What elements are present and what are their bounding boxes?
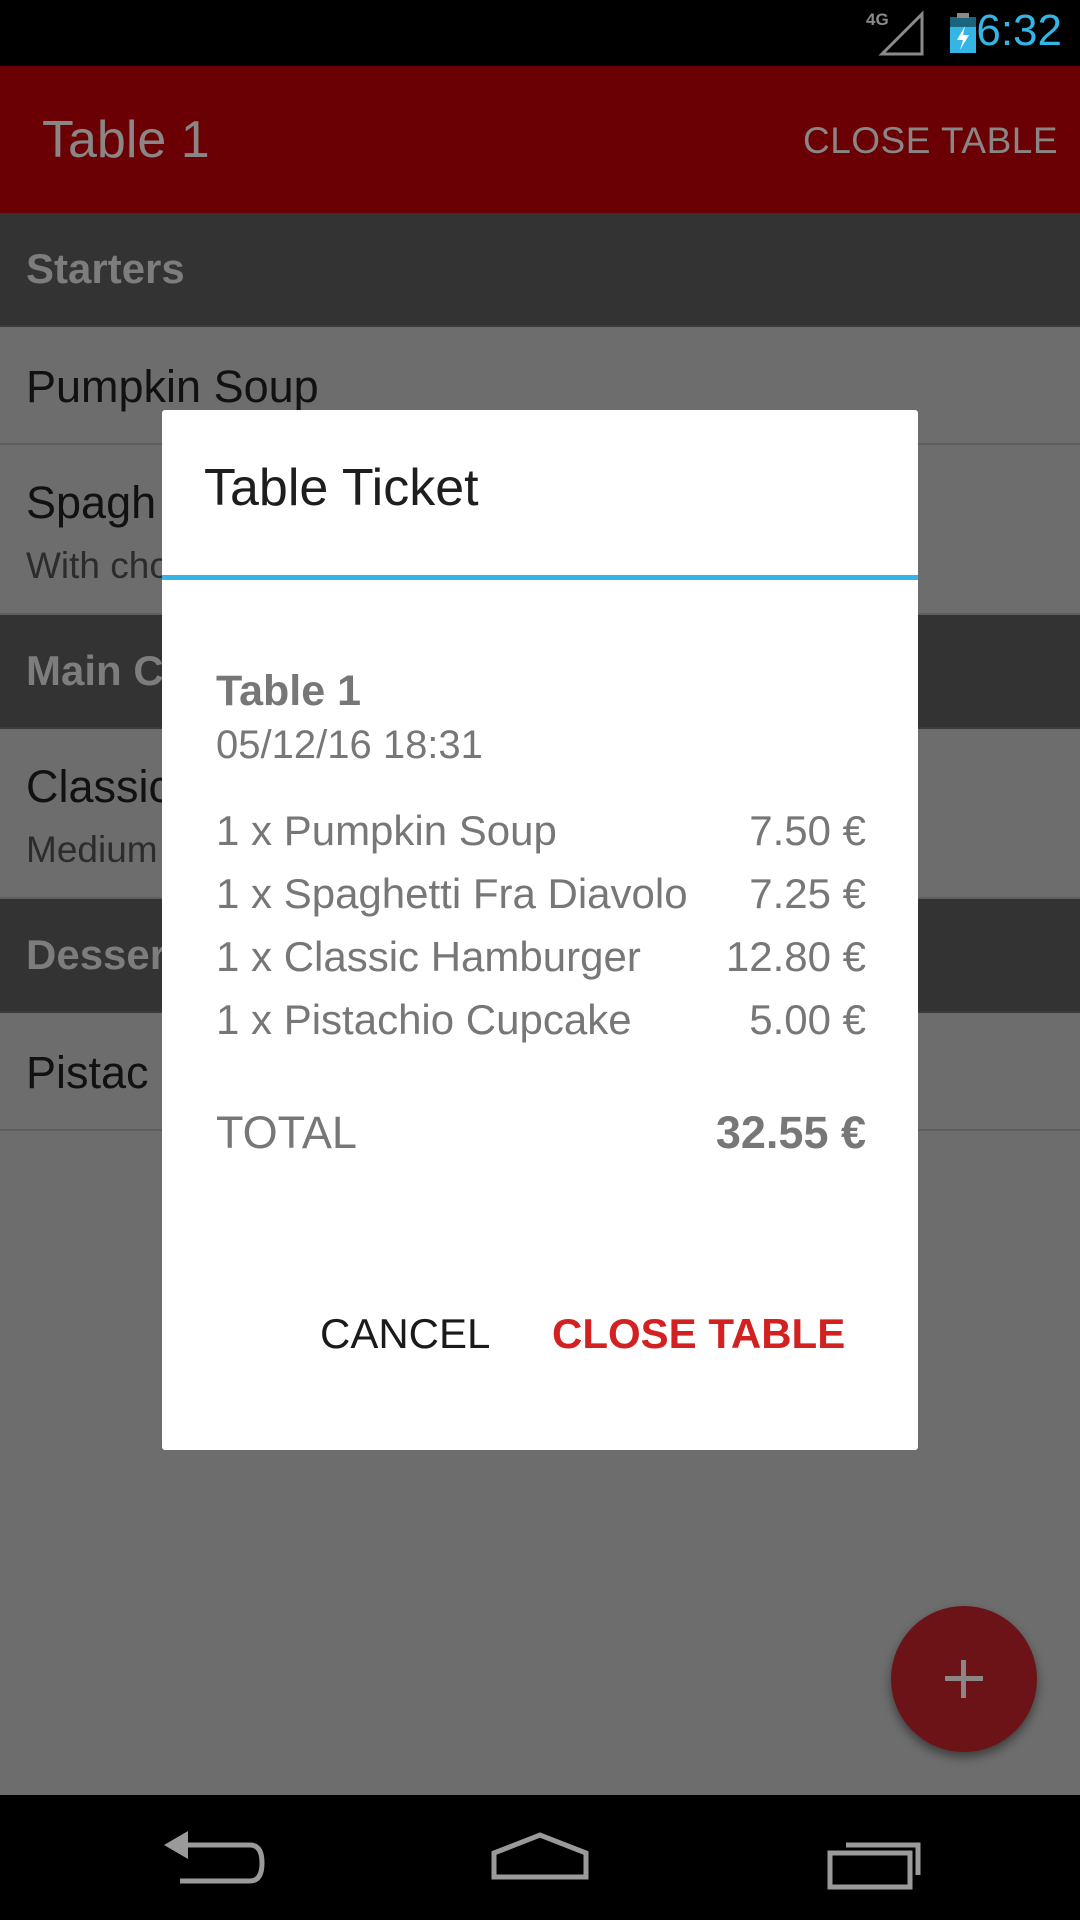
close-table-button[interactable]: CLOSE TABLE [552,1310,845,1358]
signal-icon: 4G [866,10,924,56]
ticket-datetime: 05/12/16 18:31 [216,723,483,767]
line-item: 1 x Spaghetti Fra Diavolo [216,870,688,917]
ticket-line: 1 x Classic Hamburger 12.80 € [216,933,866,996]
title-divider [162,575,918,580]
line-price: 7.25 € [749,870,866,917]
item-note: With cho [26,545,170,586]
table-ticket-dialog: Table Ticket Table 1 05/12/16 18:31 1 x … [162,410,918,1450]
ticket-line: 1 x Spaghetti Fra Diavolo 7.25 € [216,870,866,933]
page-title: Table 1 [42,111,210,169]
ticket-total: TOTAL 32.55 € [216,1107,866,1159]
total-amount: 32.55 € [715,1107,866,1158]
recent-apps-icon[interactable] [820,1823,940,1893]
ticket-table-name: Table 1 [216,667,361,715]
line-item: 1 x Classic Hamburger [216,933,641,980]
line-price: 5.00 € [749,996,866,1043]
total-label: TOTAL [216,1107,357,1158]
close-table-action[interactable]: CLOSE TABLE [803,120,1058,162]
dialog-title: Table Ticket [204,459,479,517]
item-name: Classic [26,761,172,812]
cancel-button[interactable]: CANCEL [320,1310,490,1358]
navigation-bar [0,1795,1080,1920]
add-item-button[interactable] [891,1606,1037,1752]
app-bar: Table 1 CLOSE TABLE [0,66,1080,213]
item-note: Medium [26,829,158,870]
status-bar: 4G 6:32 [0,0,1080,66]
battery-icon [948,12,978,58]
line-price: 12.80 € [725,933,866,980]
item-name: Pistac [26,1047,149,1098]
section-header-starters: Starters [0,213,1080,327]
back-icon[interactable] [150,1823,270,1893]
line-item: 1 x Pistachio Cupcake [216,996,632,1043]
status-clock: 6:32 [976,6,1062,55]
ticket-line: 1 x Pistachio Cupcake 5.00 € [216,996,866,1059]
line-price: 7.50 € [749,807,866,854]
home-icon[interactable] [480,1823,600,1893]
line-item: 1 x Pumpkin Soup [216,807,557,854]
ticket-body: Table 1 05/12/16 18:31 1 x Pumpkin Soup … [216,667,866,1159]
item-name: Spagh [26,477,157,528]
ticket-line: 1 x Pumpkin Soup 7.50 € [216,807,866,870]
item-name: Pumpkin Soup [26,361,319,412]
